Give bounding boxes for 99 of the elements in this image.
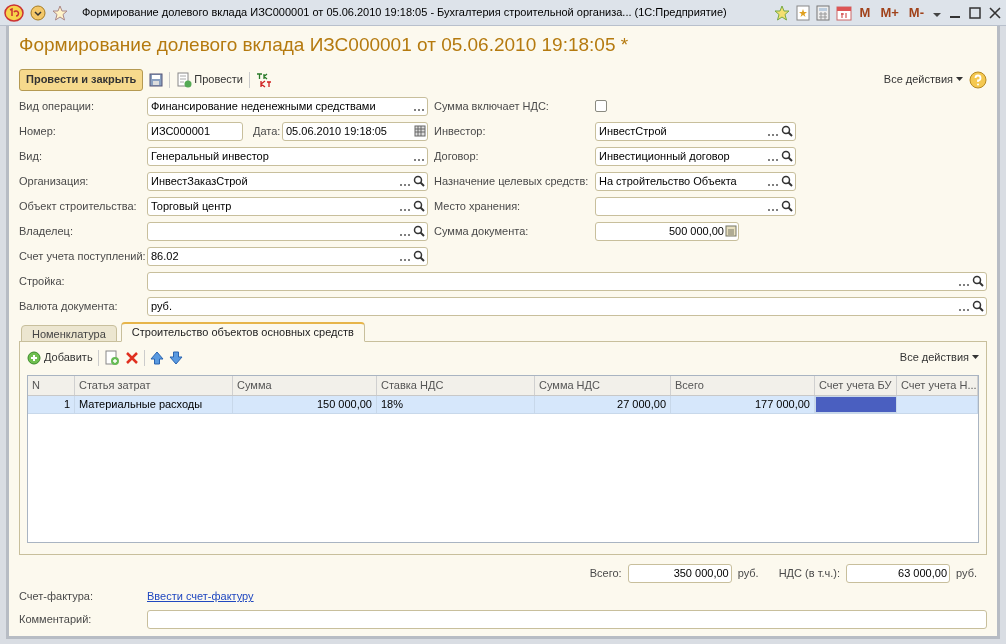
column-header: Счет учета Н... xyxy=(897,375,978,395)
field-label: Счет-фактура: xyxy=(19,589,94,605)
search-button[interactable] xyxy=(780,149,794,163)
star-icon[interactable] xyxy=(52,4,68,21)
column-header: Всего xyxy=(671,375,815,395)
search-button[interactable] xyxy=(412,174,426,188)
restore-icon[interactable] xyxy=(968,5,982,20)
column-header: Статья затрат xyxy=(75,375,233,395)
caret-icon xyxy=(972,355,979,360)
delete-icon[interactable] xyxy=(124,350,139,365)
field-label: Вид: xyxy=(19,148,43,164)
document-icon[interactable] xyxy=(795,4,810,21)
field-label: Дата: xyxy=(253,123,282,139)
plus-icon xyxy=(27,350,41,365)
search-button[interactable] xyxy=(412,199,426,213)
logo-icon[interactable] xyxy=(4,3,24,22)
checkbox[interactable] xyxy=(595,100,607,112)
input-field[interactable]: Генеральный инвестор xyxy=(147,146,428,166)
field-label: Валюта документа: xyxy=(19,298,119,314)
field-label: Инвестор: xyxy=(434,123,487,139)
field-label: Назначение целевых средств: xyxy=(434,173,590,189)
star-icon[interactable] xyxy=(773,4,790,21)
field-label: Номер: xyxy=(19,123,57,139)
all-actions-button[interactable]: Все действия xyxy=(883,71,963,88)
calculator-icon[interactable] xyxy=(815,4,830,21)
input-field[interactable] xyxy=(147,221,428,241)
input-field[interactable]: Торговый центр xyxy=(147,196,428,216)
input-field[interactable] xyxy=(595,196,796,216)
field-label: НДС (в т.ч.): xyxy=(778,566,840,582)
field-label: Всего: xyxy=(589,566,622,582)
input-field[interactable]: 63 000,00 xyxy=(846,564,950,583)
calendar-icon[interactable] xyxy=(835,4,852,21)
invoice-link[interactable]: Ввести счет-фактуру xyxy=(147,588,254,605)
table-cell: 150 000,00 xyxy=(233,395,377,413)
field-label: руб. xyxy=(956,566,977,582)
column-header: Ставка НДС xyxy=(377,375,535,395)
input-field[interactable] xyxy=(147,610,987,629)
save-icon[interactable] xyxy=(149,72,164,87)
input-field[interactable]: ИЗС000001 xyxy=(147,121,243,141)
column-header: Счет учета БУ xyxy=(815,375,897,395)
field-label: Сумма документа: xyxy=(434,223,530,239)
document-icon xyxy=(176,71,193,88)
memory-button[interactable]: M- xyxy=(906,2,926,23)
memory-button[interactable]: M xyxy=(857,2,873,23)
input-field[interactable] xyxy=(147,271,987,291)
close-icon[interactable] xyxy=(988,5,1002,20)
caret-icon[interactable] xyxy=(30,4,46,21)
input-field[interactable]: ИнвестЗаказСтрой xyxy=(147,171,428,191)
copy-icon[interactable] xyxy=(103,349,120,366)
search-button[interactable] xyxy=(971,299,985,313)
post-and-close-button[interactable]: Провести и закрыть xyxy=(19,68,144,91)
search-button[interactable] xyxy=(780,174,794,188)
debit-credit-icon[interactable] xyxy=(255,71,272,88)
caret-icon xyxy=(956,77,963,82)
table-cell: 18% xyxy=(377,395,535,413)
table-cell: Материальные расходы xyxy=(75,395,233,413)
field-label: Комментарий: xyxy=(19,612,93,628)
column-header: Сумма xyxy=(233,375,377,395)
tab[interactable]: Строительство объектов основных средств xyxy=(120,321,365,342)
tab[interactable]: Номенклатура xyxy=(21,324,117,342)
column-header: Сумма НДС xyxy=(535,375,671,395)
help-icon[interactable] xyxy=(969,70,987,89)
search-button[interactable] xyxy=(971,274,985,288)
arrow-up-icon[interactable] xyxy=(149,350,164,365)
input-field[interactable]: Финансирование неденежными средствами xyxy=(147,96,428,116)
input-field[interactable]: Инвестиционный договор xyxy=(595,146,796,166)
field-label: Вид операции: xyxy=(19,98,96,114)
form-title: Формирование долевого вклада ИЗС000001 от 05.06.2010 19:18:05 * xyxy=(19,33,630,57)
column-header: N xyxy=(28,375,75,395)
input-field[interactable]: 86.02 xyxy=(147,246,428,266)
field-label: руб. xyxy=(737,566,759,582)
window-title: Формирование долевого вклада ИЗС000001 от 05.06.2010 19:18:05 - Бухгалтерия строительной организа... (1С:Предприятие) xyxy=(82,5,728,21)
input-field[interactable]: руб. xyxy=(147,296,987,316)
field-label: Сумма включает НДС: xyxy=(434,98,550,114)
add-button[interactable]: Добавить xyxy=(27,349,93,366)
field-label: Владелец: xyxy=(19,223,74,239)
input-field[interactable]: На стройтельство Объекта xyxy=(595,171,796,191)
field-label: Объект строительства: xyxy=(19,198,138,214)
arrow-down-icon[interactable] xyxy=(168,350,183,365)
input-field[interactable]: 350 000,00 xyxy=(627,564,732,583)
search-button[interactable] xyxy=(780,199,794,213)
input-field[interactable]: ИнвестСтрой xyxy=(595,121,796,141)
table-cell: 1 xyxy=(28,395,75,413)
field-label: Организация: xyxy=(19,173,90,189)
search-button[interactable] xyxy=(412,249,426,263)
field-label: Договор: xyxy=(434,148,480,164)
field-label: Место хранения: xyxy=(434,198,522,214)
search-button[interactable] xyxy=(412,224,426,238)
input-field[interactable]: 500 000,00 xyxy=(595,221,739,241)
all-actions-button[interactable]: Все действия xyxy=(899,349,979,366)
input-field[interactable]: 05.06.2010 19:18:05 xyxy=(282,121,428,141)
calculator-icon[interactable] xyxy=(725,225,737,237)
memory-button[interactable]: M+ xyxy=(878,2,901,23)
table-cell: 27 000,00 xyxy=(535,395,671,413)
search-button[interactable] xyxy=(780,124,794,138)
field-label: Стройка: xyxy=(19,273,66,289)
calendar-icon[interactable] xyxy=(414,125,426,137)
field-label: Счет учета поступлений: xyxy=(19,248,147,264)
post-button[interactable]: Провести xyxy=(176,71,243,88)
